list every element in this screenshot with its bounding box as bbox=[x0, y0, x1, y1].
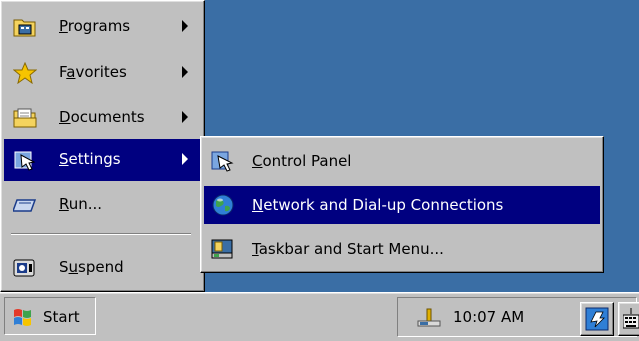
settings-icon bbox=[13, 149, 37, 171]
menu-item-label: Suspend bbox=[59, 258, 124, 276]
suspend-icon bbox=[13, 257, 37, 279]
menu-item-programs[interactable]: Programs bbox=[4, 6, 200, 48]
star-icon bbox=[12, 61, 38, 85]
run-icon bbox=[11, 194, 37, 216]
folder-programs-icon bbox=[13, 16, 37, 38]
menu-item-label: Programs bbox=[59, 17, 131, 35]
input-panel-button[interactable] bbox=[618, 302, 639, 336]
menu-item-label: Settings bbox=[59, 150, 121, 168]
start-label: Start bbox=[43, 308, 80, 326]
clock[interactable]: 10:07 AM bbox=[453, 308, 524, 326]
taskbar-icon bbox=[210, 237, 236, 261]
menu-item-label: Documents bbox=[59, 108, 145, 126]
menu-item-suspend[interactable]: Suspend bbox=[4, 247, 200, 289]
network-globe-icon bbox=[210, 193, 236, 217]
menu-item-label: Run... bbox=[59, 195, 103, 213]
taskbar: Start 10:07 AM bbox=[0, 292, 639, 341]
menu-item-run[interactable]: Run... bbox=[4, 184, 200, 226]
submenu-arrow-icon bbox=[182, 111, 188, 123]
menu-separator bbox=[11, 233, 191, 235]
folder-documents-icon bbox=[13, 107, 37, 129]
start-button[interactable]: Start bbox=[4, 297, 96, 335]
desktop-switch-button[interactable] bbox=[580, 302, 614, 336]
network-connection-icon[interactable] bbox=[416, 307, 442, 329]
submenu-arrow-icon bbox=[182, 153, 188, 165]
submenu-item-network-connections[interactable]: Network and Dial-up Connections bbox=[204, 186, 600, 224]
submenu-item-label: Taskbar and Start Menu... bbox=[252, 240, 444, 258]
submenu-item-control-panel[interactable]: Control Panel bbox=[204, 142, 600, 180]
menu-item-favorites[interactable]: Favorites bbox=[4, 52, 200, 94]
windows-logo-icon bbox=[11, 305, 37, 329]
control-panel-icon bbox=[210, 149, 236, 173]
submenu-arrow-icon bbox=[182, 20, 188, 32]
system-tray: 10:07 AM bbox=[397, 297, 639, 337]
submenu-item-label: Control Panel bbox=[252, 152, 352, 170]
settings-submenu: Control Panel Network and Dial-up Connec… bbox=[200, 136, 604, 273]
submenu-item-label: Network and Dial-up Connections bbox=[252, 196, 504, 214]
start-menu: Programs Favorites Documents Settings Ru… bbox=[0, 0, 205, 292]
submenu-item-taskbar-start-menu[interactable]: Taskbar and Start Menu... bbox=[204, 230, 600, 268]
menu-item-label: Favorites bbox=[59, 63, 127, 81]
menu-item-documents[interactable]: Documents bbox=[4, 97, 200, 139]
menu-item-settings[interactable]: Settings bbox=[4, 139, 200, 181]
submenu-arrow-icon bbox=[182, 66, 188, 78]
